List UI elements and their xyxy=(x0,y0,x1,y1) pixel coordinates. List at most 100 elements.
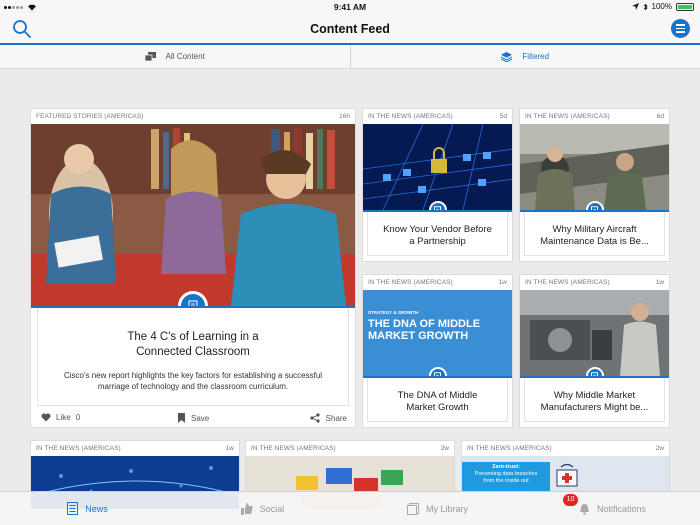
news-card[interactable]: IN THE NEWS (AMERICAS) 1w STRATEGY & GRO… xyxy=(362,274,513,428)
featured-story-card[interactable]: FEATURED STORIES (AMERICAS) 16h The 4 C'… xyxy=(30,108,356,428)
card-header: IN THE NEWS (AMERICAS) 6d xyxy=(520,109,669,124)
card-title: The DNA of Middle Market Growth xyxy=(368,390,507,414)
card-category: IN THE NEWS (AMERICAS) xyxy=(525,113,610,120)
featured-title: The 4 C's of Learning in a Connected Cla… xyxy=(38,330,348,360)
card-body: Why Military Aircraft Maintenance Data i… xyxy=(524,212,665,256)
card-image xyxy=(520,124,669,210)
menu-icon[interactable] xyxy=(671,19,690,38)
title-line: a Partnership xyxy=(409,236,466,247)
share-icon xyxy=(310,413,320,423)
card-image xyxy=(520,290,669,376)
status-time: 9:41 AM xyxy=(333,2,367,12)
tab-bar: News Social My Library Notifications 10 xyxy=(0,491,700,525)
title-line: Connected Classroom xyxy=(136,346,250,358)
battery-icon xyxy=(676,2,694,11)
card-age: 1w xyxy=(498,279,507,286)
save-button[interactable]: Save xyxy=(178,413,209,423)
card-age: 1w xyxy=(655,279,664,286)
card-age: 2w xyxy=(655,445,664,452)
card-body: Know Your Vendor Before a Partnership xyxy=(367,212,508,256)
featured-body: The 4 C's of Learning in a Connected Cla… xyxy=(37,308,349,406)
tab-my-library[interactable]: My Library xyxy=(350,492,525,525)
aircraft-maintenance-image xyxy=(520,124,669,210)
card-header: IN THE NEWS (AMERICAS) 1w xyxy=(363,275,512,290)
bluetooth-icon xyxy=(643,3,648,10)
status-right: 100% xyxy=(631,2,694,11)
factory-worker-image xyxy=(520,290,669,376)
like-label: Like xyxy=(56,413,71,422)
card-category: FEATURED STORIES (AMERICAS) xyxy=(36,113,144,120)
card-category: IN THE NEWS (AMERICAS) xyxy=(467,445,552,452)
news-card[interactable]: IN THE NEWS (AMERICAS) 1w Why Middle Mar… xyxy=(519,274,670,428)
card-image: STRATEGY & GROWTH THE DNA OF MIDDLE MARK… xyxy=(363,290,512,376)
card-header: IN THE NEWS (AMERICAS) 2w xyxy=(246,441,454,456)
location-icon xyxy=(631,3,639,10)
news-card[interactable]: IN THE NEWS (AMERICAS) 6d Why Military A… xyxy=(519,108,670,262)
battery-percent: 100% xyxy=(651,2,672,11)
card-age: 1w xyxy=(225,445,234,452)
segment-label: Filtered xyxy=(522,52,550,61)
like-count: 0 xyxy=(75,413,81,422)
card-image xyxy=(363,124,512,210)
tab-label: News xyxy=(85,503,108,514)
zero-trust-banner: Zero-trust: Preventing data breaches fro… xyxy=(462,462,550,492)
title-line: Know Your Vendor Before xyxy=(383,224,492,235)
card-title: Know Your Vendor Before a Partnership xyxy=(368,224,507,248)
segment-all-content[interactable]: All Content xyxy=(0,45,350,68)
tab-news[interactable]: News xyxy=(0,492,175,525)
card-header: IN THE NEWS (AMERICAS) 1w xyxy=(31,441,239,456)
title-line: Market Growth xyxy=(406,402,469,413)
image-headline-line: THE DNA OF MIDDLE xyxy=(368,318,481,330)
title-line: Why Middle Market xyxy=(553,390,636,401)
image-headline-line: MARKET GROWTH xyxy=(368,330,469,342)
share-label: Share xyxy=(325,413,347,423)
card-category: IN THE NEWS (AMERICAS) xyxy=(368,113,453,120)
cyber-lock-image xyxy=(363,124,512,210)
card-header: FEATURED STORIES (AMERICAS) 16h xyxy=(31,109,355,124)
save-label: Save xyxy=(191,413,210,423)
card-age: 5d xyxy=(499,113,507,120)
status-bar: 9:41 AM 100% xyxy=(0,0,700,14)
desc-line: Cisco's new report highlights the key fa… xyxy=(63,371,323,380)
card-header: IN THE NEWS (AMERICAS) 1w xyxy=(520,275,669,290)
title-line: Why Military Aircraft xyxy=(552,224,637,235)
tab-label: Notifications xyxy=(596,503,647,514)
news-icon xyxy=(67,502,79,515)
tab-label: My Library xyxy=(425,503,468,514)
banner-line: Zero-trust: xyxy=(492,464,520,470)
card-age: 2w xyxy=(440,445,449,452)
classroom-photo xyxy=(31,124,355,306)
card-title: Why Military Aircraft Maintenance Data i… xyxy=(525,224,664,248)
title-line: The 4 C's of Learning in a xyxy=(127,331,259,343)
news-card[interactable]: IN THE NEWS (AMERICAS) 5d Know Your Vend… xyxy=(362,108,513,262)
heart-icon xyxy=(41,413,51,422)
card-body: Why Middle Market Manufacturers Might be… xyxy=(524,378,665,422)
card-category: IN THE NEWS (AMERICAS) xyxy=(251,445,336,452)
card-title: Why Middle Market Manufacturers Might be… xyxy=(525,390,664,414)
title-line: The DNA of Middle xyxy=(397,390,478,401)
page-title: Content Feed xyxy=(310,22,390,36)
stack-icon xyxy=(144,52,156,61)
card-header: IN THE NEWS (AMERICAS) 5d xyxy=(363,109,512,124)
layers-icon xyxy=(501,51,513,62)
notification-count-badge: 10 xyxy=(563,494,578,506)
featured-actions: Like 0 Save Share xyxy=(31,409,355,427)
tab-social[interactable]: Social xyxy=(175,492,350,525)
card-age: 6d xyxy=(656,113,664,120)
share-button[interactable]: Share xyxy=(310,413,347,423)
bell-icon xyxy=(579,503,589,515)
featured-description: Cisco's new report highlights the key fa… xyxy=(38,370,348,392)
bookmark-icon xyxy=(178,413,185,423)
card-header: IN THE NEWS (AMERICAS) 2w xyxy=(462,441,669,456)
image-kicker: STRATEGY & GROWTH xyxy=(368,310,419,315)
library-icon xyxy=(406,502,419,515)
filter-segment-bar: All Content Filtered xyxy=(0,45,700,69)
thumbs-up-icon xyxy=(240,502,253,515)
tab-notifications[interactable]: Notifications 10 xyxy=(525,492,700,525)
banner-line: Preventing data breaches xyxy=(474,471,538,477)
card-category: IN THE NEWS (AMERICAS) xyxy=(368,279,453,286)
like-button[interactable]: Like 0 xyxy=(41,413,80,422)
segment-label: All Content xyxy=(165,52,205,61)
segment-filtered[interactable]: Filtered xyxy=(349,45,700,68)
featured-image xyxy=(31,124,355,306)
